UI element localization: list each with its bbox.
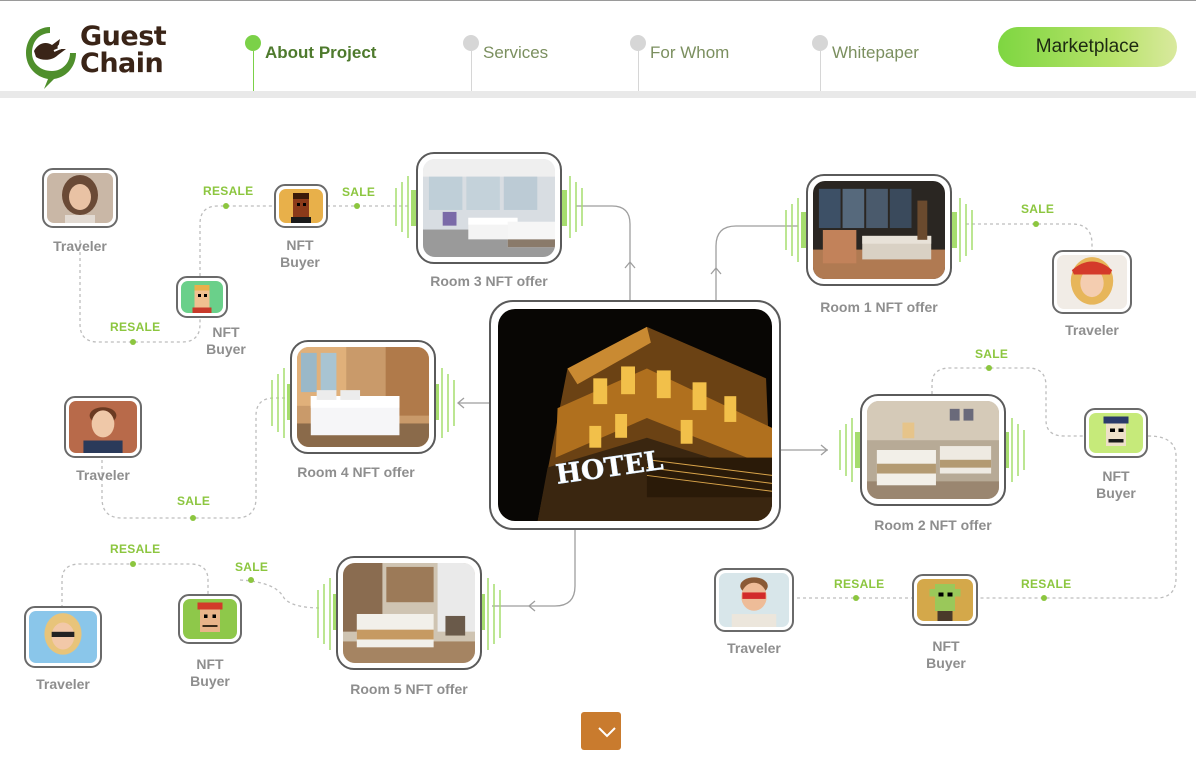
logo-bird-icon [26, 27, 76, 89]
nav-dot [245, 35, 261, 51]
sale-tag: SALE [975, 347, 1009, 361]
nav-dot [630, 35, 646, 51]
resale-tag: RESALE [110, 542, 161, 556]
chevron-down-icon [598, 727, 616, 738]
site-header: Guest Chain About Project Services For W… [0, 1, 1196, 91]
resale-tag: RESALE [834, 577, 885, 591]
traveler-avatar[interactable] [64, 396, 142, 458]
traveler-label: Traveler [1065, 322, 1119, 338]
nft-buyer-label: NFT Buyer [206, 324, 246, 357]
resale-tag: RESALE [110, 320, 161, 334]
room-5-label: Room 5 NFT offer [350, 681, 468, 697]
traveler-avatar[interactable] [24, 606, 102, 668]
nft-flow-diagram: Room 3 NFT offer Room 1 NFT offer Room 4… [0, 98, 1196, 758]
sale-tag: SALE [235, 560, 269, 574]
nav-label: For Whom [650, 43, 730, 62]
nft-buyer-label: NFT Buyer [190, 656, 230, 689]
room-1-label: Room 1 NFT offer [820, 299, 938, 315]
room-1-card[interactable] [806, 174, 952, 286]
room-2-photo [867, 401, 999, 499]
room-3-label: Room 3 NFT offer [430, 273, 548, 289]
hotel-card[interactable]: HOTEL [489, 300, 781, 530]
traveler-avatar[interactable] [714, 568, 794, 632]
sale-tag: SALE [1021, 202, 1055, 216]
nft-buyer-avatar[interactable] [274, 184, 328, 228]
nft-buyer-label: NFT Buyer [1096, 468, 1136, 501]
nav-line [253, 51, 254, 91]
nav-dot [463, 35, 479, 51]
header-divider [0, 91, 1196, 98]
traveler-avatar[interactable] [1052, 250, 1132, 314]
marketplace-button[interactable]: Marketplace [998, 27, 1177, 67]
room-5-photo [343, 563, 475, 663]
nft-buyer-label: NFT Buyer [280, 237, 320, 270]
nft-buyer-avatar[interactable] [1084, 408, 1148, 458]
nft-buyer-avatar[interactable] [176, 276, 228, 318]
guest-chain-logo[interactable]: Guest Chain [24, 21, 184, 93]
sale-tag: SALE [177, 494, 211, 508]
room-1-photo [813, 181, 945, 279]
traveler-label: Traveler [76, 467, 130, 483]
nav-line [820, 51, 821, 91]
logo-text-line2: Chain [80, 48, 164, 79]
traveler-label: Traveler [36, 676, 90, 692]
nav-line [471, 51, 472, 91]
room-3-card[interactable] [416, 152, 562, 264]
nav-label: Services [483, 43, 549, 62]
scroll-down-button[interactable] [581, 712, 621, 750]
nft-buyer-label: NFT Buyer [926, 638, 966, 671]
nav-label: About Project [265, 43, 377, 62]
room-4-photo [297, 347, 429, 447]
nft-buyer-avatar[interactable] [912, 574, 978, 626]
nav-label: Whitepaper [832, 43, 919, 62]
traveler-label: Traveler [727, 640, 781, 656]
traveler-label: Traveler [53, 238, 107, 254]
logo-text-line1: Guest [80, 21, 167, 52]
room-4-label: Room 4 NFT offer [297, 464, 415, 480]
resale-tag: RESALE [203, 184, 254, 198]
resale-tag: RESALE [1021, 577, 1072, 591]
nav-line [638, 51, 639, 91]
hotel-photo: HOTEL [498, 309, 772, 521]
sale-tag: SALE [342, 185, 376, 199]
room-4-card[interactable] [290, 340, 436, 454]
room-5-card[interactable] [336, 556, 482, 670]
room-2-card[interactable] [860, 394, 1006, 506]
nft-buyer-avatar[interactable] [178, 594, 242, 644]
room-2-label: Room 2 NFT offer [874, 517, 992, 533]
traveler-avatar[interactable] [42, 168, 118, 228]
nav-dot [812, 35, 828, 51]
room-3-photo [423, 159, 555, 257]
